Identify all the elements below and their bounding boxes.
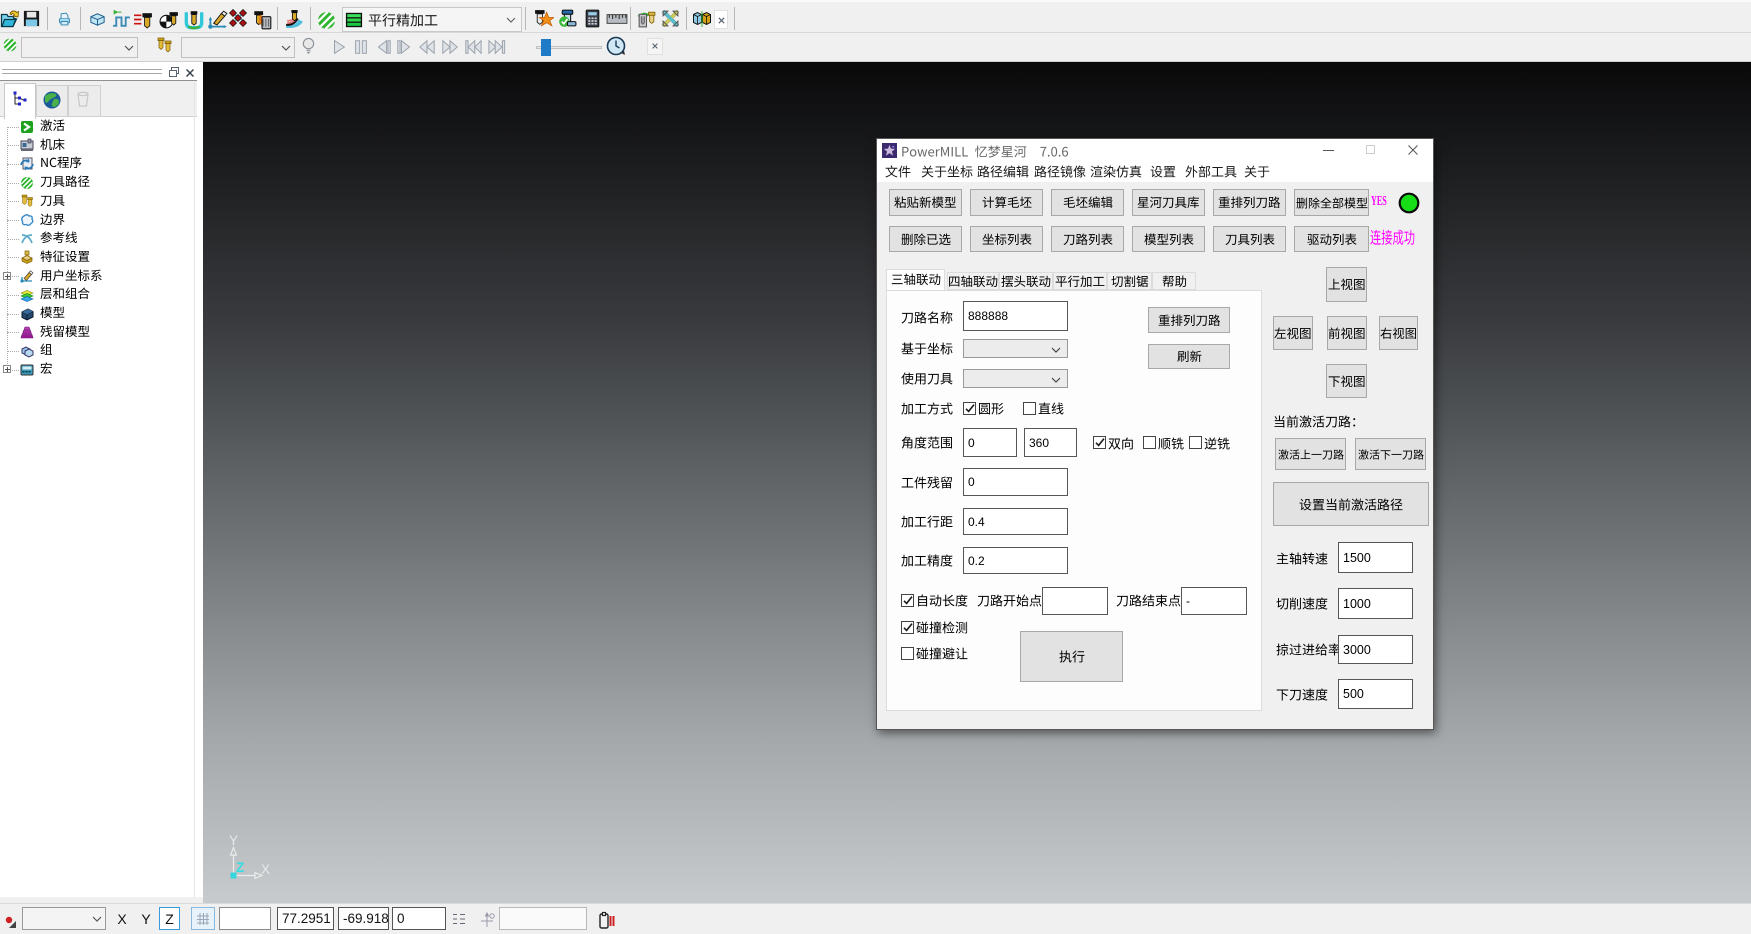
svg-text:Y: Y [229, 833, 238, 848]
svg-text:X: X [261, 862, 270, 877]
svg-text:Z: Z [236, 860, 244, 875]
